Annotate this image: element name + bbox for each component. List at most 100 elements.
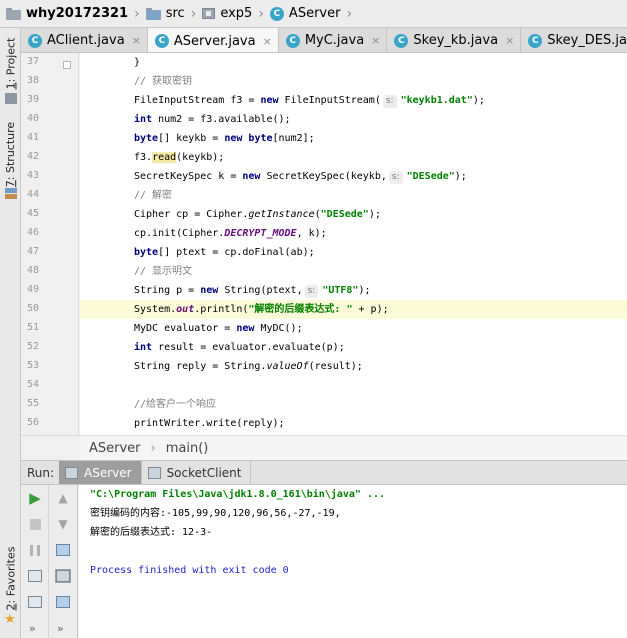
code-editor[interactable]: } // 获取密钥 FileInputStream f3 = new FileI… bbox=[80, 53, 627, 435]
code-string: "DESede" bbox=[320, 209, 369, 220]
pause-button[interactable] bbox=[26, 541, 44, 559]
more-actions-icon[interactable]: » bbox=[57, 622, 64, 635]
tab-aserver[interactable]: C AServer.java × bbox=[147, 28, 279, 52]
code-token: FileInputStream f3 = bbox=[134, 95, 261, 106]
structure-tool-icon bbox=[5, 188, 17, 199]
line-number: 50 bbox=[26, 303, 39, 314]
console-output-line: 密钥编码的内容:-105,99,90,120,96,56,-27,-19, bbox=[90, 508, 341, 519]
tab-label: Skey_kb.java bbox=[413, 33, 499, 48]
arrow-down-icon: ▼ bbox=[58, 517, 68, 531]
code-line: SecretKeySpec k = new SecretKeySpec(keyk… bbox=[80, 167, 627, 186]
stop-icon bbox=[29, 518, 41, 530]
scroll-down-button[interactable]: ▼ bbox=[54, 515, 72, 533]
breadcrumb-separator-icon: › bbox=[190, 5, 197, 22]
line-number: 41 bbox=[26, 132, 39, 143]
more-actions-icon[interactable]: » bbox=[29, 622, 36, 635]
tab-label: MyC.java bbox=[304, 33, 365, 48]
code-token: String(ptext, bbox=[218, 285, 303, 296]
code-line: byte[] ptext = cp.doFinal(ab); bbox=[80, 243, 627, 262]
code-line: //给客户一个响应 bbox=[80, 395, 627, 414]
code-token: ); bbox=[454, 171, 467, 182]
line-number: 54 bbox=[26, 379, 39, 390]
code-token: + p); bbox=[352, 304, 389, 315]
tab-skey-des[interactable]: C Skey_DES.java × bbox=[521, 28, 627, 52]
structure-tool-tab[interactable]: 7: Structure bbox=[0, 120, 21, 188]
editor-breadcrumb-class[interactable]: AServer bbox=[89, 441, 141, 456]
breadcrumb-project[interactable]: why20172321 bbox=[6, 6, 128, 21]
code-line: int result = evaluator.evaluate(p); bbox=[80, 338, 627, 357]
code-keyword: byte bbox=[134, 133, 159, 144]
code-token: (result); bbox=[308, 361, 363, 372]
code-line: printWriter.write(reply); bbox=[80, 414, 627, 433]
scroll-to-end-icon bbox=[55, 569, 71, 583]
scroll-to-end-button[interactable] bbox=[54, 567, 72, 585]
run-label: Run: bbox=[27, 465, 55, 480]
editor-breadcrumb-method[interactable]: main() bbox=[166, 441, 209, 456]
code-keyword: new bbox=[200, 285, 219, 296]
code-keyword: int bbox=[134, 342, 153, 353]
code-keyword: new bbox=[236, 323, 255, 334]
tab-aclient[interactable]: C AClient.java × bbox=[21, 28, 148, 52]
code-keyword: byte bbox=[134, 247, 159, 258]
code-comment: // 显示明文 bbox=[134, 266, 193, 277]
editor-gutter[interactable]: 37 38 39 40 41 42 43 44 45 46 47 48 49 5… bbox=[21, 53, 79, 435]
code-line: } bbox=[80, 53, 627, 72]
class-icon: C bbox=[269, 6, 284, 21]
breadcrumb-src[interactable]: src bbox=[145, 6, 185, 21]
line-number: 48 bbox=[26, 265, 39, 276]
stop-button[interactable] bbox=[26, 515, 44, 533]
close-icon[interactable]: × bbox=[371, 34, 380, 47]
breadcrumb-separator-icon: › bbox=[134, 5, 140, 22]
navigation-bar: why20172321 › src › exp5 › C AServer › bbox=[0, 0, 627, 28]
class-icon: C bbox=[528, 33, 543, 48]
breadcrumb-src-label: src bbox=[165, 6, 185, 21]
code-warning-highlight: read bbox=[152, 152, 177, 163]
fold-marker-icon[interactable] bbox=[63, 61, 71, 69]
code-line: // 获取密钥 bbox=[80, 72, 627, 91]
project-tool-tab[interactable]: 1: Project bbox=[0, 33, 21, 93]
code-token: [] ptext = cp.doFinal(ab); bbox=[158, 247, 315, 258]
breadcrumb-exp5[interactable]: exp5 bbox=[202, 6, 252, 21]
line-number: 42 bbox=[26, 151, 39, 162]
rerun-button[interactable]: ▶ bbox=[26, 489, 44, 507]
code-comment: //给客户一个响应 bbox=[134, 399, 217, 410]
close-icon[interactable]: × bbox=[505, 34, 514, 47]
favorites-tool-tab[interactable]: 2: Favorites bbox=[0, 545, 21, 611]
line-number: 39 bbox=[26, 94, 39, 105]
run-tab-aserver[interactable]: AServer bbox=[59, 461, 142, 484]
code-keyword: byte bbox=[248, 133, 273, 144]
source-folder-icon bbox=[145, 7, 161, 20]
scroll-up-button[interactable]: ▲ bbox=[54, 489, 72, 507]
editor-breadcrumb: AServer › main() bbox=[80, 435, 627, 460]
soft-wrap-button[interactable] bbox=[54, 541, 72, 559]
class-icon: C bbox=[154, 34, 169, 48]
code-token: MyDC(); bbox=[254, 323, 303, 334]
breadcrumb-file[interactable]: C AServer bbox=[269, 6, 340, 21]
exit-icon bbox=[28, 596, 42, 608]
structure-tool-number: 7 bbox=[4, 179, 17, 187]
console-output[interactable]: "C:\Program Files\Java\jdk1.8.0_161\bin\… bbox=[79, 485, 627, 638]
code-token: System. bbox=[134, 304, 177, 315]
project-tool-number: 1 bbox=[4, 81, 17, 89]
print-button[interactable] bbox=[54, 593, 72, 611]
close-icon[interactable]: × bbox=[132, 34, 141, 47]
code-line: byte[] keykb = new byte[num2]; bbox=[80, 129, 627, 148]
code-keyword: new bbox=[224, 133, 243, 144]
exit-button[interactable] bbox=[26, 593, 44, 611]
dump-threads-button[interactable] bbox=[26, 567, 44, 585]
tab-skey-kb[interactable]: C Skey_kb.java × bbox=[387, 28, 522, 52]
code-token: (keykb); bbox=[176, 152, 225, 163]
code-static-field: DECRYPT_MODE bbox=[224, 228, 297, 239]
code-token: String p = bbox=[134, 285, 201, 296]
close-icon[interactable]: × bbox=[263, 35, 272, 48]
run-tab-socketclient[interactable]: SocketClient bbox=[142, 461, 252, 484]
tab-myc[interactable]: C MyC.java × bbox=[279, 28, 388, 52]
code-static-method: getInstance bbox=[248, 209, 315, 220]
line-number: 53 bbox=[26, 360, 39, 371]
line-number: 44 bbox=[26, 189, 39, 200]
code-line: cp.init(Cipher.DECRYPT_MODE, k); bbox=[80, 224, 627, 243]
left-tool-strip: 1: Project 7: Structure 2: Favorites ★ bbox=[0, 28, 21, 638]
line-number: 40 bbox=[26, 113, 39, 124]
code-comment: // 获取密钥 bbox=[134, 76, 193, 87]
